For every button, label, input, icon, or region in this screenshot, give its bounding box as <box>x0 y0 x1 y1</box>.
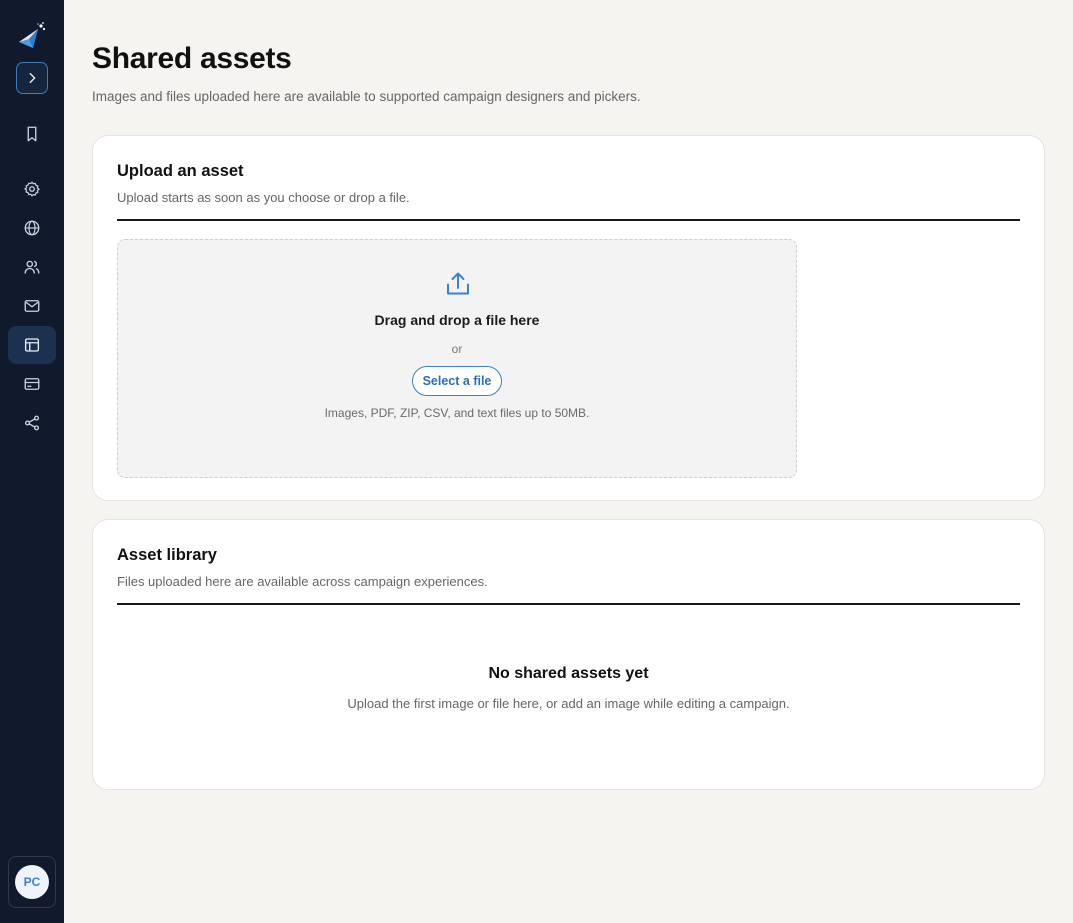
expand-sidebar-button[interactable] <box>16 62 48 94</box>
divider <box>117 603 1020 605</box>
divider <box>117 219 1020 221</box>
dropzone-title: Drag and drop a file here <box>374 312 540 328</box>
bookmark-icon <box>27 126 37 142</box>
sidebar-item-email[interactable] <box>8 287 56 325</box>
credit-card-icon <box>24 378 40 390</box>
mail-icon <box>24 300 40 312</box>
select-file-button[interactable]: Select a file <box>412 366 502 396</box>
globe-icon <box>24 220 40 236</box>
sidebar-item-web[interactable] <box>8 209 56 247</box>
page-title: Shared assets <box>92 42 292 75</box>
page-subtitle: Images and files uploaded here are avail… <box>92 89 641 104</box>
upload-card-description: Upload starts as soon as you choose or d… <box>117 190 410 205</box>
user-menu: PC <box>8 856 56 908</box>
layout-icon <box>24 338 40 352</box>
sidebar-item-bookmarks[interactable] <box>8 115 56 153</box>
dropzone-or-label: or <box>451 342 463 356</box>
sidebar: PC <box>0 0 64 923</box>
chevron-right-icon <box>29 72 36 84</box>
library-card-title: Asset library <box>117 546 217 564</box>
gear-icon <box>24 181 40 197</box>
library-card-description: Files uploaded here are available across… <box>117 574 488 589</box>
share-icon <box>24 415 40 431</box>
dropzone-hint: Images, PDF, ZIP, CSV, and text files up… <box>324 406 590 420</box>
sidebar-item-settings[interactable] <box>8 170 56 208</box>
sidebar-item-assets[interactable] <box>8 326 56 364</box>
upload-card-title: Upload an asset <box>117 162 244 180</box>
sidebar-item-audience[interactable] <box>8 248 56 286</box>
avatar[interactable]: PC <box>15 865 49 899</box>
file-dropzone[interactable]: Drag and drop a file here or Select a fi… <box>117 239 797 478</box>
sidebar-item-billing[interactable] <box>8 365 56 403</box>
asset-library-card: Asset library Files uploaded here are av… <box>92 519 1045 790</box>
upload-card: Upload an asset Upload starts as soon as… <box>92 135 1045 501</box>
empty-state-title: No shared assets yet <box>488 665 649 682</box>
users-icon <box>24 260 40 274</box>
upload-icon <box>447 272 469 295</box>
empty-state-description: Upload the first image or file here, or … <box>347 696 790 711</box>
app-logo-icon[interactable] <box>16 20 48 52</box>
sidebar-item-integrations[interactable] <box>8 404 56 442</box>
